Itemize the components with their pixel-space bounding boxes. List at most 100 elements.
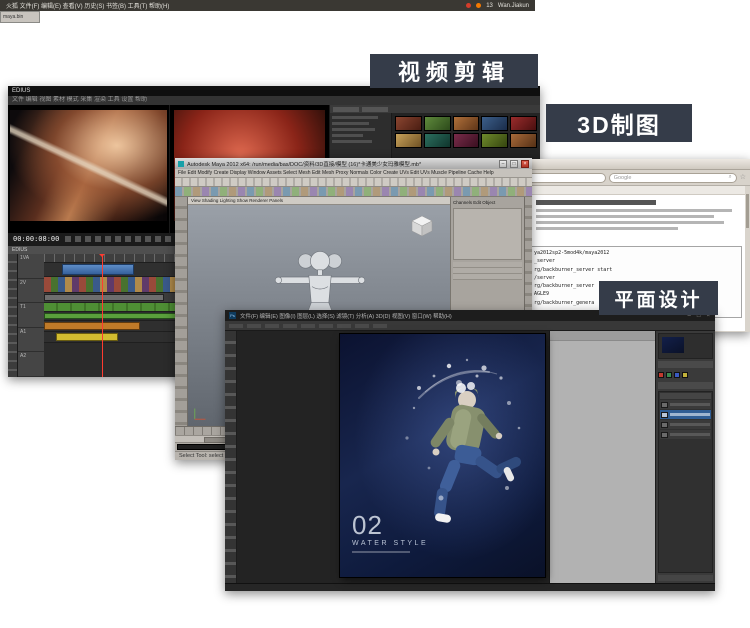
layer-row[interactable] (660, 400, 711, 409)
layers-panel (658, 391, 713, 573)
options-bar[interactable] (225, 321, 715, 331)
taskbar-fragment[interactable]: maya.bin (0, 11, 40, 23)
placeholder-heading (536, 200, 656, 205)
document-canvas[interactable]: 02 WATER STYLE (340, 334, 545, 577)
layer-name-bar (670, 423, 710, 426)
clip-thumbnail[interactable] (452, 116, 480, 131)
placeholder-text-line (536, 221, 724, 224)
clip-thumbnail[interactable] (423, 116, 451, 131)
workspace-panel-header[interactable] (550, 331, 655, 341)
layer-thumbnail (661, 431, 668, 438)
attribute-row[interactable] (453, 274, 522, 280)
clip-thumbnail[interactable] (395, 116, 422, 131)
bin-tab[interactable] (362, 106, 388, 112)
placeholder-text-line (536, 227, 678, 230)
panel-header[interactable] (658, 361, 713, 368)
maya-menubar[interactable]: File Edit Modify Create Display Window A… (175, 169, 532, 178)
audio-clip[interactable] (44, 322, 140, 330)
notification-icon[interactable] (476, 3, 482, 8)
status-bar (225, 583, 715, 591)
maya-titlebar[interactable]: Autodesk Maya 2012 x64: /run/media/bas/D… (175, 158, 532, 169)
maximize-button[interactable]: □ (510, 159, 518, 168)
canvas-area[interactable]: 02 WATER STYLE (237, 331, 549, 583)
placeholder-text-line (332, 140, 372, 143)
bin-tab[interactable] (333, 106, 359, 112)
audio-clip[interactable] (56, 333, 118, 341)
swatch[interactable] (682, 372, 688, 378)
panel-header[interactable] (658, 382, 713, 389)
layer-row[interactable] (660, 420, 711, 429)
timeline-toolbar[interactable] (8, 254, 18, 377)
placeholder-text-line (332, 122, 370, 125)
track-header[interactable]: A1 (18, 328, 44, 353)
search-engine-label: Google (613, 174, 632, 181)
clip-thumbnail[interactable] (452, 133, 480, 148)
workspace-panel (549, 331, 655, 583)
track-header[interactable]: 2V (18, 279, 44, 304)
clip-thumbnail[interactable] (510, 133, 537, 148)
maya-toolbox[interactable] (175, 197, 188, 426)
channel-box-tabs[interactable]: Channels Edit Object (453, 199, 522, 206)
clip-thumbnail[interactable] (423, 133, 451, 148)
clip-thumbnail[interactable] (395, 133, 422, 148)
poster-number: 02 (352, 510, 383, 540)
maya-status-line[interactable] (175, 178, 532, 187)
layer-thumbnail (661, 421, 668, 428)
track-header[interactable]: 1VA (18, 254, 44, 279)
layer-thumbnail (661, 401, 668, 408)
panel-clock[interactable]: 13 (486, 3, 493, 9)
photoshop-body: 02 WATER STYLE (225, 331, 715, 583)
track-header[interactable]: T1 (18, 303, 44, 328)
maya-shelf[interactable] (175, 187, 532, 197)
clip-thumbnail[interactable] (481, 133, 509, 148)
edius-source-monitor[interactable] (8, 105, 170, 233)
track-header[interactable]: A2 (18, 352, 44, 377)
cube-object[interactable] (410, 215, 434, 237)
dancer-image (405, 358, 521, 523)
video-clip[interactable] (62, 264, 134, 275)
record-status-icon[interactable] (466, 3, 472, 8)
layer-row[interactable] (660, 430, 711, 439)
code-line: ya2012sp2-5mod4k/maya2012 (534, 250, 610, 256)
search-icon[interactable]: ⌕ (729, 174, 732, 181)
channel-box-fields[interactable] (453, 208, 522, 260)
search-box[interactable]: Google ⌕ (608, 172, 737, 183)
minimize-button[interactable]: – (499, 159, 507, 168)
panel-user[interactable]: Wan.Jiakun (498, 3, 529, 9)
layers-panel-header[interactable] (660, 393, 711, 399)
violin-video-frame (10, 110, 167, 221)
poster-title: WATER STYLE (352, 540, 429, 547)
timecode-display: 00:00:08:00 (13, 235, 60, 243)
photoshop-app-icon: Ps (229, 312, 236, 319)
placeholder-text-line (332, 116, 378, 119)
clip-thumbnail[interactable] (510, 116, 537, 131)
close-button[interactable]: × (521, 159, 529, 168)
edius-menubar[interactable]: 文件 编辑 视图 素材 模式 采集 渲染 工具 设置 帮助 (8, 96, 540, 105)
bin-header[interactable] (330, 105, 540, 113)
scrollbar[interactable] (745, 186, 750, 331)
layer-name-bar (670, 433, 710, 436)
poster-text-block: 02 WATER STYLE (352, 512, 428, 553)
panel-footer-icons[interactable] (658, 575, 713, 581)
panel-app-menus[interactable]: 火狐 文件(F) 编辑(E) 查看(V) 历史(S) 书签(B) 工具(T) 帮… (6, 1, 169, 10)
tools-panel[interactable] (225, 331, 237, 583)
viewport-menubar[interactable]: View Shading Lighting Show Renderer Pane… (188, 197, 450, 205)
panels-dock (655, 331, 715, 583)
photoshop-window: Ps 文件(F) 编辑(E) 图像(I) 图层(L) 选择(S) 滤镜(T) 分… (225, 310, 715, 591)
swatch[interactable] (658, 372, 664, 378)
placeholder-text-line (536, 215, 714, 218)
clip-thumbnail[interactable] (481, 116, 509, 131)
swatch[interactable] (674, 372, 680, 378)
code-line: _server (534, 258, 556, 265)
playhead[interactable] (99, 254, 105, 377)
poster-subtitle-line (352, 551, 410, 553)
swatches-panel (658, 370, 713, 380)
navigator-panel[interactable] (658, 333, 713, 359)
swatch[interactable] (666, 372, 672, 378)
placeholder-text-line (536, 209, 732, 212)
edius-brand: EDIUS (12, 88, 31, 94)
title-clip[interactable] (44, 294, 164, 301)
layer-row-selected[interactable] (660, 410, 711, 419)
desktop-top-panel: 火狐 文件(F) 编辑(E) 查看(V) 历史(S) 书签(B) 工具(T) 帮… (0, 0, 535, 11)
bookmark-star-icon[interactable]: ☆ (740, 174, 746, 181)
